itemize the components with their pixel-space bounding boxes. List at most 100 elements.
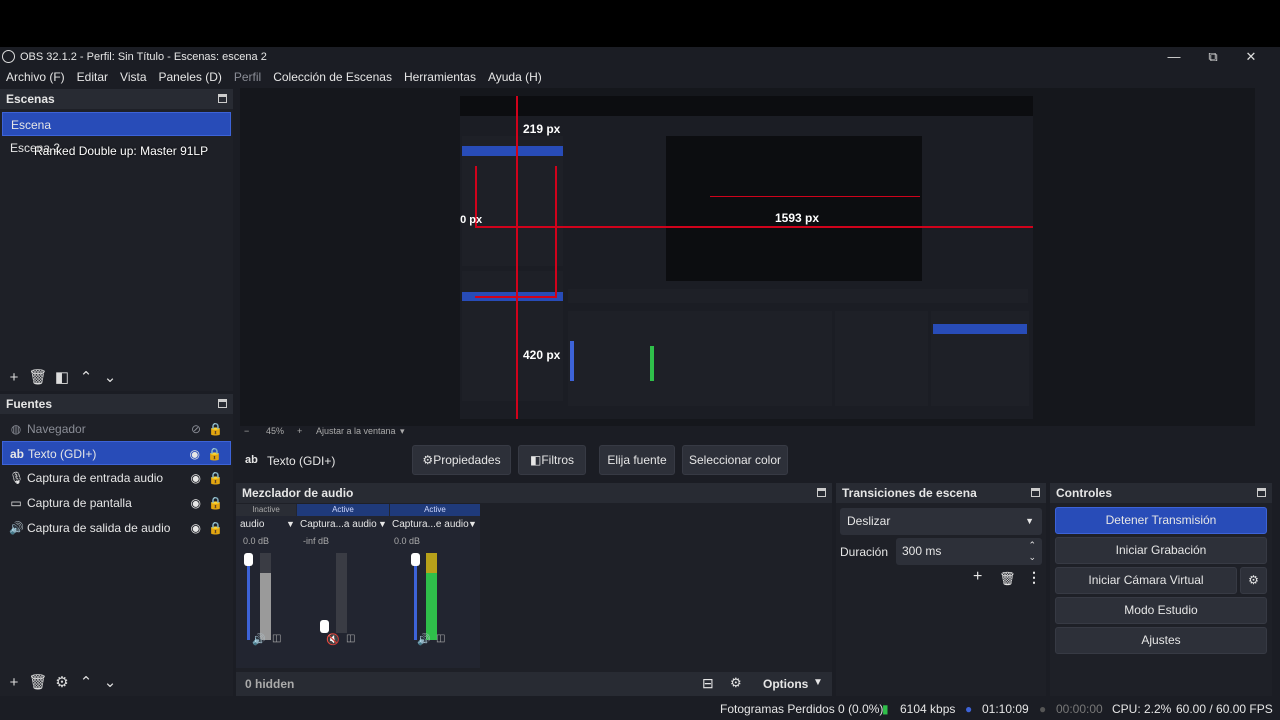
controls-panel: Controles Detener Transmisión Iniciar Gr…: [1050, 483, 1272, 696]
menu-perfil[interactable]: Perfil: [234, 70, 261, 84]
source-row-texto[interactable]: ab Texto (GDI+) ◉ 🔒: [2, 441, 231, 465]
layout-icon[interactable]: ⊟: [702, 675, 714, 692]
guide-line: [475, 296, 557, 298]
select-color-button[interactable]: Seleccionar color: [682, 445, 788, 475]
chevron-down-icon[interactable]: ▾: [400, 426, 405, 437]
eye-icon[interactable]: ◉: [191, 466, 201, 490]
obs-window: OBS 32.1.2 - Perfil: Sin Título - Escena…: [0, 47, 1280, 720]
channel-db: 0.0 dB: [243, 536, 270, 546]
advanced-audio-icon[interactable]: ⚙: [730, 675, 742, 691]
menu-coleccion[interactable]: Colección de Escenas: [273, 70, 392, 84]
volume-slider-track[interactable]: [414, 553, 417, 640]
globe-icon: ◍: [10, 422, 22, 436]
channel-name[interactable]: Captura...a audio: [300, 519, 377, 530]
close-button[interactable]: ✕: [1231, 47, 1271, 66]
volume-slider-handle[interactable]: [244, 553, 253, 566]
duration-input[interactable]: 300 ms ⌃ ⌄: [896, 538, 1042, 565]
properties-button[interactable]: ⚙Propiedades: [412, 445, 511, 475]
eye-icon[interactable]: ◉: [191, 516, 201, 540]
zoom-in-button[interactable]: +: [297, 426, 302, 436]
lock-icon[interactable]: 🔒: [208, 491, 223, 515]
chevron-down-icon[interactable]: ▼: [378, 519, 387, 529]
menu-ayuda[interactable]: Ayuda (H): [488, 70, 542, 84]
monitor-off-icon[interactable]: ◫: [272, 633, 281, 644]
transition-select[interactable]: Deslizar ▼: [840, 508, 1042, 535]
lock-icon[interactable]: 🔒: [207, 442, 222, 466]
move-up-icon[interactable]: ⌃: [74, 368, 98, 386]
menu-editar[interactable]: Editar: [77, 70, 108, 84]
filter-icon[interactable]: ◧: [50, 368, 74, 386]
monitor-off-icon[interactable]: ◫: [346, 633, 355, 644]
undock-icon[interactable]: [1031, 488, 1040, 497]
preview-canvas[interactable]: 219 px 50 px 1593 px 420 px: [460, 96, 1033, 419]
nested-scene-selected: [462, 146, 563, 156]
guide-label-left: 50 px: [460, 214, 483, 226]
chevron-down-icon[interactable]: ▼: [468, 519, 477, 529]
transition-value: Deslizar: [847, 514, 891, 528]
add-icon[interactable]: +: [2, 674, 26, 691]
minimize-button[interactable]: —: [1154, 47, 1194, 66]
undock-icon[interactable]: [218, 399, 227, 408]
volume-slider-track[interactable]: [247, 553, 250, 640]
menu-archivo[interactable]: Archivo (F): [6, 70, 65, 84]
zoom-bar: − 45% + Ajustar a la ventana ▾: [240, 426, 1255, 437]
audio-mixer-panel: Mezclador de audio Inactive audio ▼ 0.0 …: [236, 483, 832, 696]
move-down-icon[interactable]: ⌄: [98, 368, 122, 386]
virtual-camera-settings-button[interactable]: ⚙: [1240, 567, 1267, 594]
source-row-captura-entrada[interactable]: 🎙 Captura de entrada audio ◉ 🔒: [2, 466, 231, 490]
gear-icon[interactable]: ⚙: [50, 673, 74, 691]
fit-to-window[interactable]: Ajustar a la ventana: [316, 426, 396, 436]
more-icon[interactable]: ⋮: [1027, 569, 1041, 586]
chevron-down-icon[interactable]: ▼: [813, 677, 823, 688]
menu-paneles[interactable]: Paneles (D): [159, 70, 222, 84]
signal-icon: ▮: [882, 702, 889, 716]
properties-label: Propiedades: [433, 453, 501, 467]
volume-slider-handle[interactable]: [320, 620, 329, 633]
chevron-down-icon[interactable]: ▼: [286, 519, 295, 529]
lock-icon[interactable]: 🔒: [208, 466, 223, 490]
studio-mode-button[interactable]: Modo Estudio: [1055, 597, 1267, 624]
source-row-captura-pantalla[interactable]: ▭ Captura de pantalla ◉ 🔒: [2, 491, 231, 515]
channel-name[interactable]: Captura...e audio: [392, 519, 469, 530]
options-button[interactable]: Options: [763, 677, 808, 691]
filters-button[interactable]: ◧Filtros: [518, 445, 586, 475]
speaker-icon[interactable]: 🔊: [252, 633, 266, 646]
spin-down-icon[interactable]: ⌄: [1028, 544, 1036, 571]
eye-icon[interactable]: ◉: [190, 442, 200, 466]
source-row-captura-salida[interactable]: 🔊 Captura de salida de audio ◉ 🔒: [2, 516, 231, 540]
trash-icon[interactable]: 🗑: [26, 368, 50, 386]
undock-icon[interactable]: [1257, 488, 1266, 497]
maximize-button[interactable]: ⧉: [1193, 47, 1233, 66]
speaker-muted-icon[interactable]: 🔇: [326, 633, 340, 646]
move-down-icon[interactable]: ⌄: [98, 673, 122, 691]
trash-icon[interactable]: 🗑: [26, 673, 50, 691]
scene-item-escena[interactable]: Escena: [2, 112, 231, 136]
undock-icon[interactable]: [817, 488, 826, 497]
channel-name[interactable]: audio: [240, 519, 264, 530]
channel-state: Inactive: [236, 504, 296, 516]
add-icon[interactable]: +: [973, 568, 982, 586]
stop-streaming-button[interactable]: Detener Transmisión: [1055, 507, 1267, 534]
menu-vista[interactable]: Vista: [120, 70, 146, 84]
monitor-off-icon[interactable]: ◫: [436, 633, 445, 644]
undock-icon[interactable]: [218, 94, 227, 103]
zoom-out-button[interactable]: −: [244, 426, 249, 436]
volume-slider-handle[interactable]: [411, 553, 420, 566]
speaker-icon[interactable]: 🔊: [417, 633, 431, 646]
choose-source-button[interactable]: Elija fuente: [599, 445, 675, 475]
start-virtual-camera-button[interactable]: Iniciar Cámara Virtual: [1055, 567, 1237, 594]
dropped-frames: Fotogramas Perdidos 0 (0.0%): [720, 702, 884, 716]
settings-button[interactable]: Ajustes: [1055, 627, 1267, 654]
start-recording-button[interactable]: Iniciar Grabación: [1055, 537, 1267, 564]
add-icon[interactable]: +: [2, 369, 26, 386]
trash-icon[interactable]: 🗑: [999, 571, 1016, 587]
move-up-icon[interactable]: ⌃: [74, 673, 98, 691]
eye-icon[interactable]: ◉: [191, 491, 201, 515]
context-source-name: Texto (GDI+): [267, 454, 336, 468]
source-row-navegador[interactable]: ◍ Navegador ⊘ 🔒: [2, 417, 231, 441]
menu-bar: Archivo (F) Editar Vista Paneles (D) Per…: [0, 67, 542, 87]
menu-herramientas[interactable]: Herramientas: [404, 70, 476, 84]
lock-icon[interactable]: 🔒: [208, 516, 223, 540]
eye-hidden-icon[interactable]: ⊘: [191, 417, 201, 441]
lock-icon[interactable]: 🔒: [208, 417, 223, 441]
